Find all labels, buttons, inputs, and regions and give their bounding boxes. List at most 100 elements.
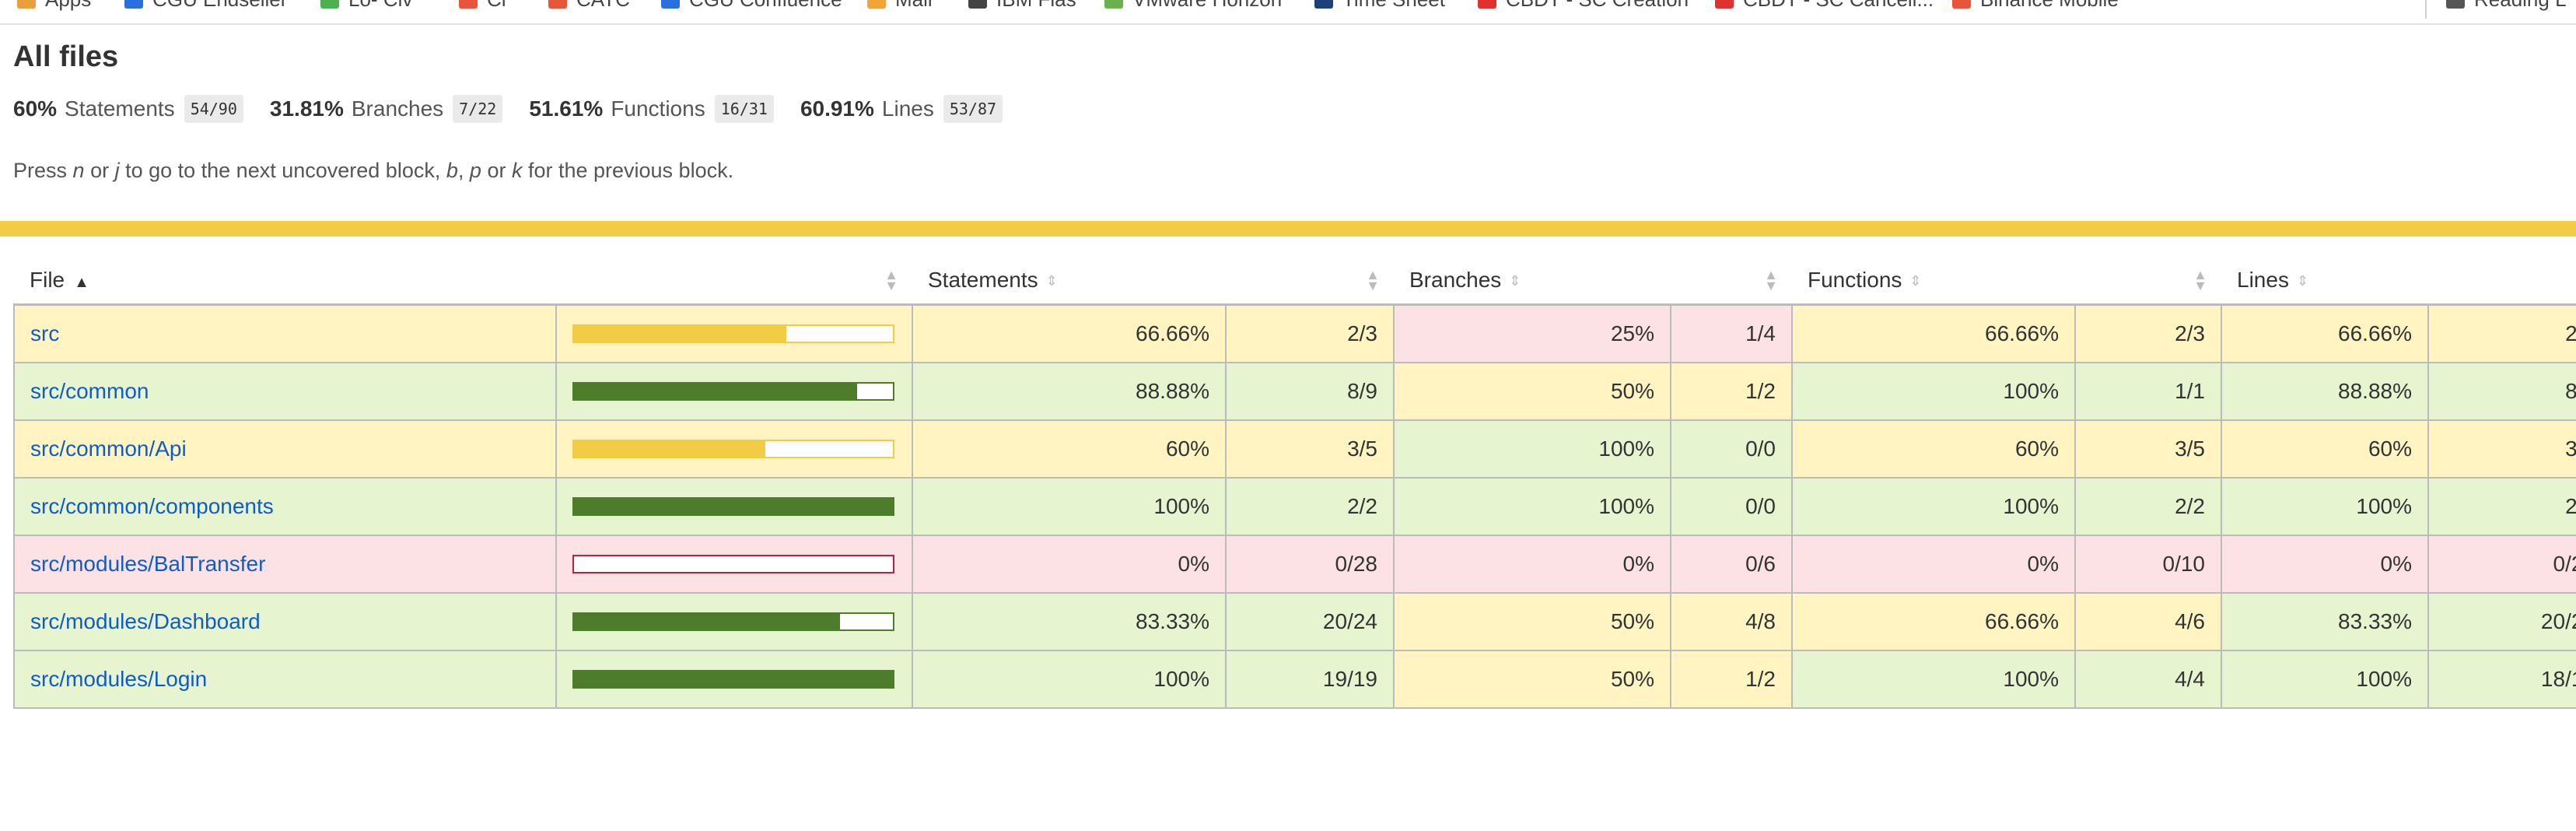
- coverage-bar-fill: [574, 671, 893, 687]
- hint-key: k: [511, 159, 523, 182]
- table-header-row: File ▲ ▲ ▼ Statements ⇕ ▲ ▼ Branches ⇕ ▲ ▼ Fun…: [14, 257, 2576, 306]
- sort-ascending-icon: ▲: [74, 274, 89, 291]
- bar-column-header[interactable]: ▲ ▼: [556, 257, 912, 306]
- bookmark-item[interactable]: CBDT - SC Creation: [1478, 0, 1689, 11]
- bookmark-icon: [1715, 0, 1734, 9]
- bookmark-item[interactable]: CGU Endsellel: [124, 0, 285, 11]
- summary-functions: 51.61% Functions 16/31: [529, 95, 774, 123]
- mail-icon: [867, 0, 886, 9]
- bookmark-label: CBDT - SC Cancell...: [1743, 0, 1934, 12]
- file-link[interactable]: src/common/Api: [30, 437, 187, 461]
- bookmark-label: Binance Mobile: [1980, 0, 2119, 12]
- lines-column-header[interactable]: Lines ⇕: [2221, 257, 2428, 306]
- bookmark-item[interactable]: CATC: [548, 0, 630, 11]
- bookmark-label: Lo- Civ: [348, 0, 412, 12]
- summary-percent: 60%: [13, 96, 58, 121]
- summary-percent: 60.91%: [800, 96, 874, 121]
- functions-percent-cell: 66.66%: [1791, 303, 2076, 363]
- bookmark-item[interactable]: Mail: [867, 0, 933, 11]
- hint-key: n: [72, 159, 85, 182]
- bookmark-label: Mail: [895, 0, 933, 12]
- bookmark-item[interactable]: Time Sheet: [1314, 0, 1445, 11]
- file-link[interactable]: src/common: [30, 379, 149, 403]
- file-cell: src/common: [13, 362, 557, 421]
- hint-text: to go to the next uncovered block,: [119, 159, 446, 182]
- bookmark-item[interactable]: Apps: [17, 0, 91, 11]
- file-link[interactable]: src: [30, 321, 59, 345]
- lines-fraction-cell: 2/2: [2427, 477, 2576, 536]
- branches-percent-cell: 25%: [1393, 303, 1671, 363]
- sort-icon: ▲ ▼: [1366, 267, 1380, 293]
- lines-percent-cell: 66.66%: [2221, 303, 2429, 363]
- summary-label: Lines: [881, 96, 934, 121]
- bookmarks-bar: Apps CGU Endsellel Lo- Civ Cr CATC CGU Conflu…: [0, 0, 2576, 25]
- file-column-header[interactable]: File ▲: [14, 257, 556, 306]
- file-link[interactable]: src/common/components: [30, 494, 274, 518]
- functions-fraction-cell: 1/1: [2074, 362, 2222, 421]
- lines-percent-cell: 0%: [2221, 535, 2429, 594]
- sort-icon: ⇕: [1045, 273, 1058, 289]
- statements-fraction-cell: 8/9: [1225, 362, 1395, 421]
- branches-percent-cell: 100%: [1393, 419, 1671, 479]
- coverage-bar-fill: [574, 441, 765, 457]
- bookmark-item[interactable]: Lo- Civ: [320, 0, 412, 11]
- statements-raw-column-header[interactable]: ▲ ▼: [1226, 257, 1394, 306]
- bookmark-item[interactable]: VMware Horizon: [1104, 0, 1282, 11]
- bookmark-item[interactable]: CBDT - SC Cancell...: [1715, 0, 1934, 11]
- file-link[interactable]: src/modules/Login: [30, 667, 207, 691]
- branches-column-header[interactable]: Branches ⇕: [1394, 257, 1671, 306]
- bookmark-icon: [459, 0, 478, 9]
- lines-fraction-cell: 18/18: [2427, 650, 2576, 709]
- coverage-summary: 60% Statements 54/90 31.81% Branches 7/22 51.6…: [13, 93, 1029, 124]
- branches-percent-cell: 100%: [1393, 477, 1671, 536]
- functions-raw-column-header[interactable]: ▲ ▼: [2075, 257, 2221, 306]
- hint-text: Press: [13, 159, 73, 182]
- branches-fraction-cell: 4/8: [1670, 592, 1793, 651]
- lines-raw-column-header[interactable]: ▲▼: [2428, 257, 2576, 306]
- statements-percent-cell: 66.66%: [912, 303, 1227, 363]
- bookmark-item[interactable]: IBM Flas: [968, 0, 1076, 11]
- bookmark-label: CATC: [576, 0, 630, 12]
- bookmark-icon: [548, 0, 567, 9]
- statements-percent-cell: 100%: [912, 650, 1227, 709]
- table-row: src/common/components 100% 2/2 100% 0/0 100% 2…: [13, 477, 2576, 536]
- hint-text: for the previous block.: [522, 159, 734, 182]
- statements-fraction-cell: 2/3: [1225, 303, 1395, 363]
- functions-percent-cell: 0%: [1791, 535, 2076, 594]
- branches-fraction-cell: 1/2: [1670, 650, 1793, 709]
- statements-fraction-cell: 0/28: [1225, 535, 1395, 594]
- statements-column-header[interactable]: Statements ⇕: [912, 257, 1226, 306]
- file-link[interactable]: src/modules/Dashboard: [30, 609, 261, 633]
- bookmark-label: Reading L: [2474, 0, 2567, 12]
- branches-fraction-cell: 0/0: [1670, 477, 1793, 536]
- bookmark-item[interactable]: Binance Mobile: [1952, 0, 2119, 11]
- branches-fraction-cell: 0/6: [1670, 535, 1793, 594]
- lines-fraction-cell: 8/9: [2427, 362, 2576, 421]
- branches-raw-column-header[interactable]: ▲ ▼: [1671, 257, 1792, 306]
- functions-fraction-cell: 2/2: [2074, 477, 2222, 536]
- coverage-bar-fill: [574, 499, 893, 514]
- bookmark-item[interactable]: Cr: [459, 0, 508, 11]
- summary-fraction: 54/90: [184, 95, 243, 123]
- coverage-bar-cell: [555, 303, 913, 363]
- functions-percent-cell: 100%: [1791, 477, 2076, 536]
- file-cell: src/common/components: [13, 477, 557, 536]
- bookmark-icon: [1952, 0, 1971, 9]
- bookmark-item[interactable]: Reading L: [2446, 0, 2567, 11]
- bookmarks-separator: [2425, 0, 2427, 19]
- bookmark-item[interactable]: CGU Confluence: [661, 0, 842, 11]
- functions-column-header[interactable]: Functions ⇕: [1792, 257, 2075, 306]
- summary-fraction: 53/87: [943, 95, 1003, 123]
- branches-fraction-cell: 0/0: [1670, 419, 1793, 479]
- bookmark-label: CGU Endsellel: [152, 0, 285, 12]
- bookmark-icon: [124, 0, 143, 9]
- branches-percent-cell: 0%: [1393, 535, 1671, 594]
- sort-icon: ▲ ▼: [884, 267, 898, 293]
- file-link[interactable]: src/modules/BalTransfer: [30, 552, 265, 576]
- page-title: All files: [13, 40, 119, 73]
- lines-fraction-cell: 20/24: [2427, 592, 2576, 651]
- lines-percent-cell: 100%: [2221, 477, 2429, 536]
- coverage-table: File ▲ ▲ ▼ Statements ⇕ ▲ ▼ Branches ⇕ ▲ ▼ Fun…: [13, 257, 2576, 709]
- bookmark-label: Time Sheet: [1342, 0, 1445, 12]
- lines-fraction-cell: 2/3: [2427, 303, 2576, 363]
